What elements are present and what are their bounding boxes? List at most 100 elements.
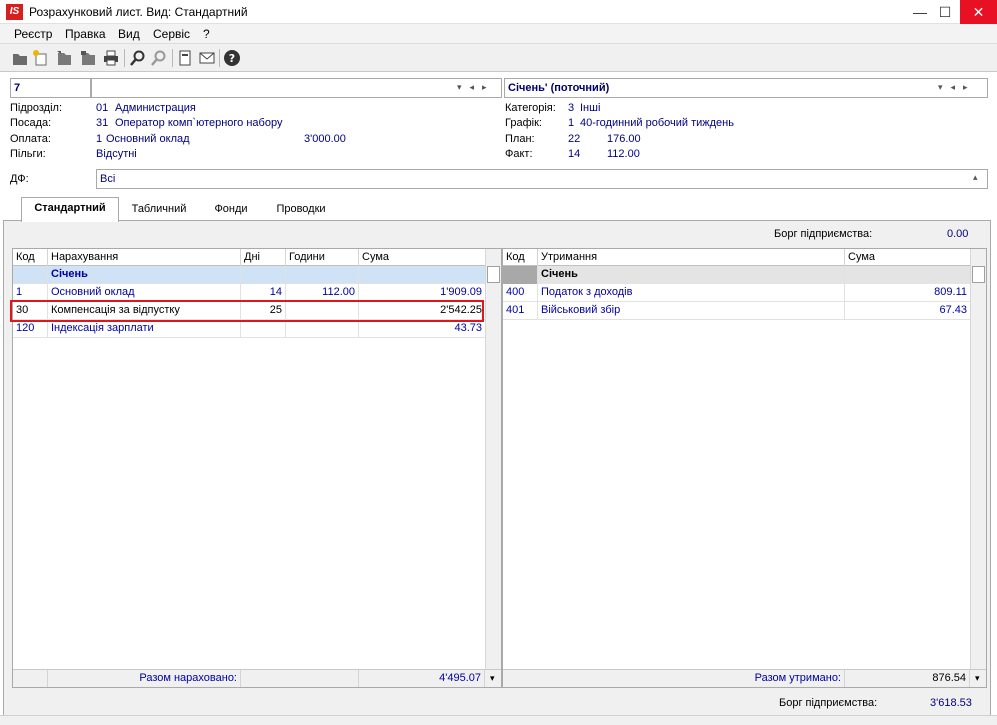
edit-icon[interactable] [55,49,73,67]
position-label: Посада: [10,117,52,129]
department-label: Підрозділ: [10,102,63,114]
row-code: 401 [503,302,538,320]
company-debt-top-label: Борг підприємства: [774,228,873,240]
group-label: Січень [48,266,241,284]
highlight-frame [10,300,484,322]
company-debt-bottom-label: Борг підприємства: [779,697,878,709]
menu-help[interactable]: ? [203,27,210,41]
row-days [241,320,286,338]
row-code: 400 [503,284,538,302]
row-name: Індексація зарплати [48,320,241,338]
svg-text:?: ? [229,52,235,65]
title-bar: IS Розрахунковий лист. Вид: Стандартний … [0,0,997,24]
group-row[interactable]: Січень [503,266,970,284]
close-button[interactable]: ✕ [960,0,997,24]
maximize-button[interactable]: ☐ [930,0,960,24]
column-code[interactable]: Код [13,249,48,266]
document-icon[interactable] [176,49,194,67]
tab-bar: Стандартний Табличний Фонди Проводки [9,197,988,222]
fact-label: Факт: [505,148,533,160]
row-sum: 809.11 [934,286,967,298]
category-value: Інші [580,102,601,114]
menu-registry[interactable]: Реєстр [14,27,52,41]
group-label: Січень [538,266,845,284]
period-field[interactable]: Січень' (поточний) ▾◂▸ [504,78,988,98]
employee-name-field[interactable]: ▾◂▸ [91,78,502,98]
group-hours-cell [286,266,359,284]
chevron-down-icon[interactable]: ▾ [487,670,501,687]
chevron-up-icon[interactable]: ▴ [973,172,986,183]
period-nav-arrows[interactable]: ▾◂▸ [938,82,976,93]
table-row[interactable]: 400 Податок з доходів 809.11 [503,284,970,302]
print-icon[interactable] [102,49,120,67]
toolbar-separator [172,49,173,67]
column-hours[interactable]: Години [286,249,359,266]
department-value: Администрация [115,102,196,114]
df-label: ДФ: [10,173,29,185]
row-sum: 43.73 [454,322,482,334]
employee-code-field[interactable]: 7 [10,78,91,98]
table-row[interactable]: 401 Військовий збір 67.43 [503,302,970,320]
tab-panel-standard: Борг підприємства: 0.00 Код Нарахування … [3,220,991,720]
column-accrual[interactable]: Нарахування [48,249,241,266]
group-code-cell [13,266,48,284]
status-bar [0,715,997,725]
new-doc-icon[interactable] [11,49,29,67]
benefits-value: Відсутні [96,148,137,160]
mail-icon[interactable] [198,49,216,67]
column-days[interactable]: Дні [241,249,286,266]
accruals-grid: Код Нарахування Дні Години Сума Січень 1… [10,248,502,688]
plan-days: 22 [568,133,581,145]
new-star-icon[interactable] [31,49,49,67]
schedule-label: Графік: [505,117,542,129]
schedule-code: 1 [568,117,575,129]
column-code[interactable]: Код [503,249,538,266]
menu-edit[interactable]: Правка [65,27,106,41]
benefits-label: Пільги: [10,148,46,160]
fact-days: 14 [568,148,581,160]
column-sum[interactable]: Сума [845,249,970,266]
tab-standard[interactable]: Стандартний [21,197,119,222]
position-code: 31 [96,117,109,129]
table-row[interactable]: 120 Індексація зарплати 43.73 [13,320,485,338]
help-icon[interactable]: ? [223,49,241,67]
deductions-scrollbar[interactable] [970,249,986,669]
accruals-scrollbar[interactable] [485,249,501,669]
department-code: 01 [96,102,109,114]
category-code: 3 [568,102,575,114]
deductions-total-label: Разом утримано: [503,670,845,687]
payment-code: 1 [96,133,103,145]
group-code-cell [503,266,538,284]
scrollbar-thumb[interactable] [972,266,985,283]
tab-postings[interactable]: Проводки [264,199,338,221]
chevron-down-icon[interactable]: ▾ [972,670,986,687]
schedule-value: 40-годинний робочий тиждень [580,117,734,129]
plan-label: План: [505,133,535,145]
accruals-header: Код Нарахування Дні Години Сума [13,249,485,266]
accruals-total-row: Разом нараховано: 4'495.07 ▾ [13,669,501,687]
scrollbar-thumb[interactable] [487,266,500,283]
menu-view[interactable]: Вид [118,27,140,41]
search-icon[interactable] [129,49,147,67]
deductions-total-value: 876.54 [845,670,970,687]
group-sum-cell [845,266,970,284]
deductions-total-row: Разом утримано: 876.54 ▾ [503,669,986,687]
group-sum-cell [359,266,485,284]
menu-service[interactable]: Сервіс [153,27,190,41]
toolbar-separator [124,49,125,67]
employee-nav-arrows[interactable]: ▾◂▸ [457,82,495,93]
app-logo: IS [6,4,23,20]
tab-funds[interactable]: Фонди [203,199,259,221]
df-field[interactable]: Всі ▴ [96,169,988,189]
filter-icon[interactable] [150,49,168,67]
employee-code: 7 [14,82,21,94]
payment-value: Основний оклад [106,133,190,145]
column-deduction[interactable]: Утримання [538,249,845,266]
main-area: 7 ▾◂▸ Січень' (поточний) ▾◂▸ Підрозділ: … [0,72,997,725]
group-row[interactable]: Січень [13,266,485,284]
tab-table[interactable]: Табличний [123,199,195,221]
company-debt-top-value: 0.00 [947,228,969,240]
column-sum[interactable]: Сума [359,249,485,266]
category-label: Категорія: [505,102,556,114]
copy-icon[interactable] [79,49,97,67]
